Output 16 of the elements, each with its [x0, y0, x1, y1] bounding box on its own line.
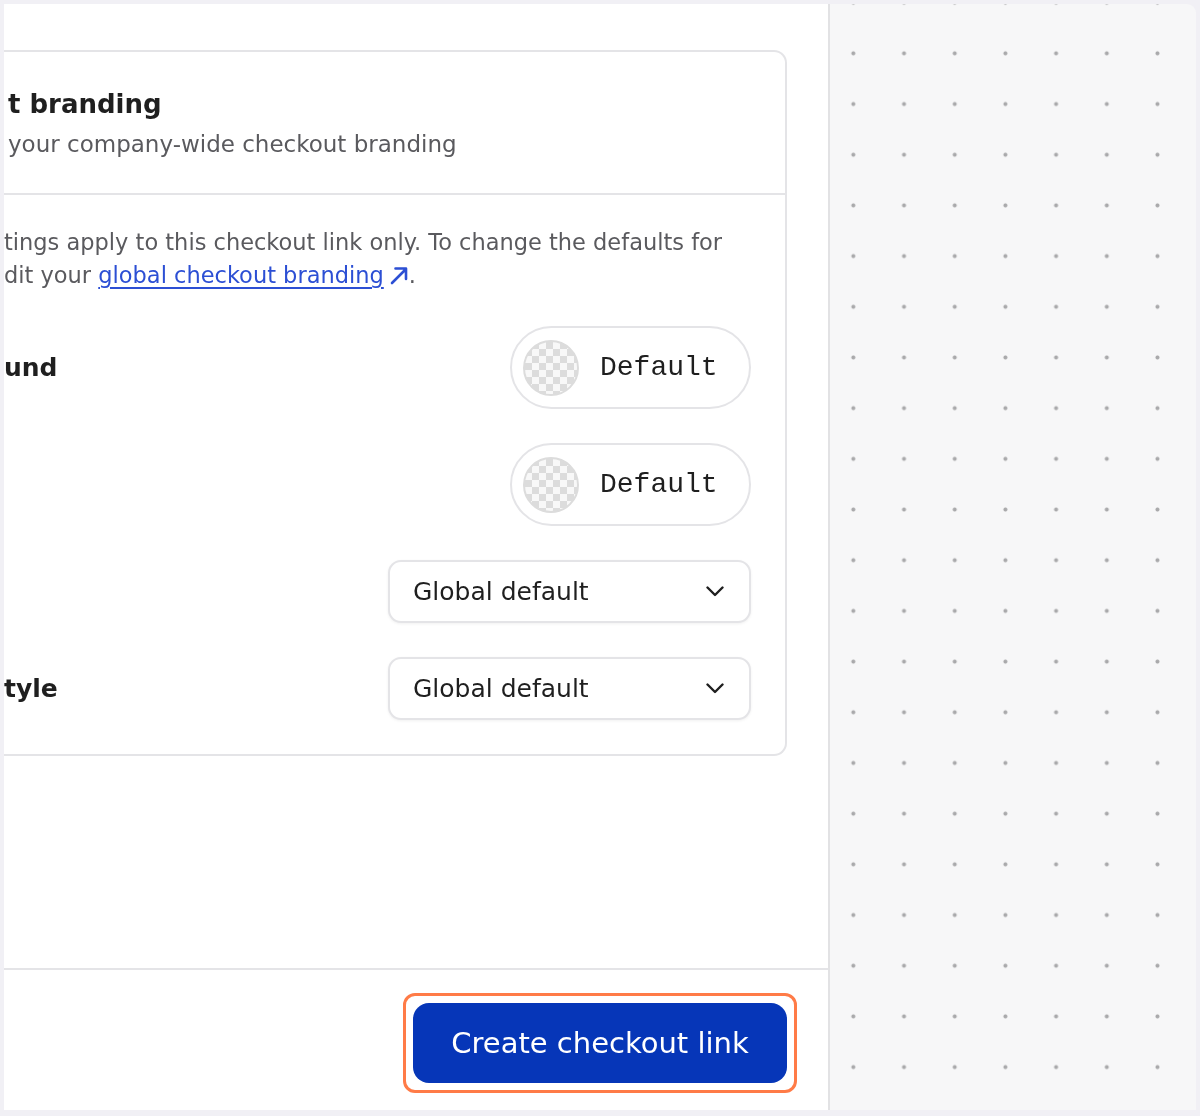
setting-label: tyle — [4, 672, 58, 705]
color-picker-button[interactable]: Default — [510, 443, 751, 526]
setting-label: und — [4, 351, 58, 384]
branding-link[interactable]: global checkout branding — [98, 262, 409, 288]
chevron-down-icon — [706, 683, 724, 694]
select-dropdown[interactable]: Global default — [388, 560, 751, 623]
checkerboard-swatch-icon — [523, 339, 579, 396]
select-dropdown[interactable]: Global default — [388, 657, 751, 720]
color-picker-button[interactable]: Default — [510, 326, 751, 409]
arrow-up-right-icon — [388, 265, 409, 285]
create-link-button[interactable]: Create checkout link — [413, 1003, 787, 1083]
card-title: t branding — [8, 88, 163, 121]
help-text: tings apply to this checkout link only. To change the defaults for dit your global checkout branding . — [4, 228, 724, 290]
chevron-down-icon — [706, 586, 724, 597]
card-subtitle: your company-wide checkout branding — [8, 130, 458, 159]
checkerboard-swatch-icon — [523, 456, 579, 513]
